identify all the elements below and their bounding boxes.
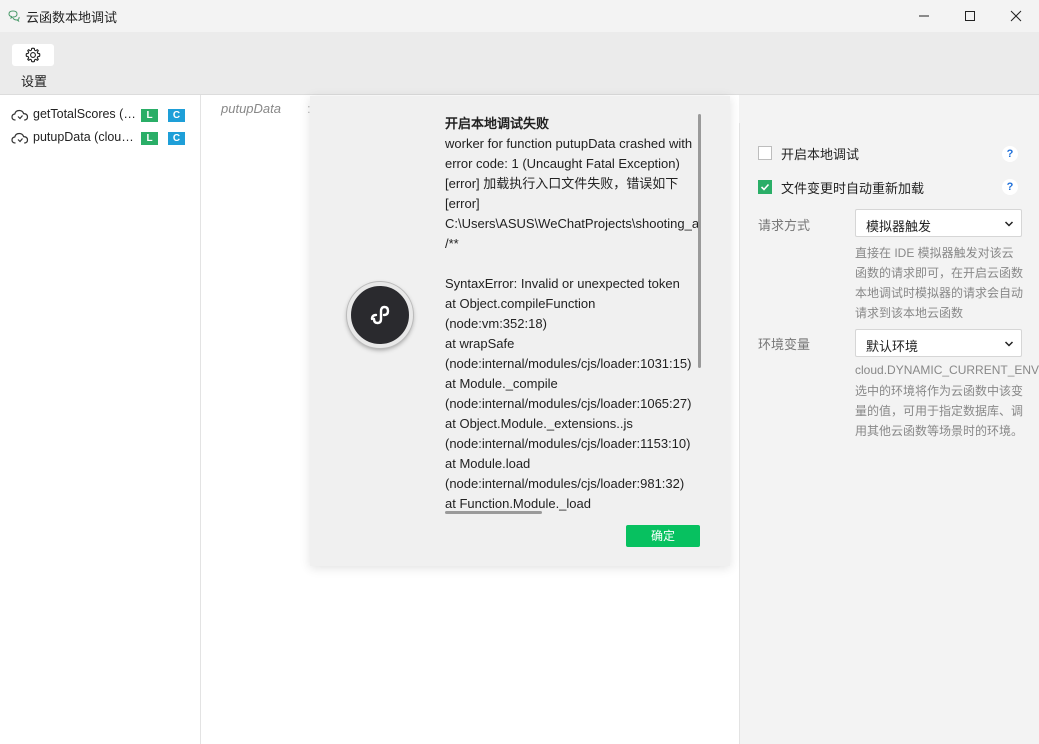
chevron-down-icon [1004,221,1014,227]
minimize-icon [919,15,929,17]
request-method-label: 请求方式 [758,218,811,233]
error-line: (node:vm:352:18) [445,316,547,331]
cloud-tag: C [168,109,185,122]
wechat-devtools-icon [8,10,20,22]
request-method-hint: 直接在 IDE 模拟器触发对该云函数的请求即可，在开启云函数本地调试时模拟器的请… [855,246,1024,320]
cloud-icon [11,109,29,121]
close-icon [1010,10,1022,22]
confirm-button[interactable]: 确定 [626,525,700,547]
auto-reload-label[interactable]: 文件变更时自动重新加载 [781,178,924,197]
error-line [445,254,699,274]
env-label: 环境变量 [758,337,811,352]
settings-panel: 开启本地调试 ? 文件变更时自动重新加载 ? 请求方式 模拟器触发 直接在 ID… [739,123,1039,744]
local-tag: L [141,132,158,145]
close-button[interactable] [993,0,1039,32]
help-icon[interactable]: ? [1002,179,1018,195]
dialog-title: 开启本地调试失败 [445,116,550,131]
function-item-putupdata[interactable]: putupData (clou… L C [0,127,201,149]
error-line: (node:internal/modules/cjs/loader:1065:2… [445,396,692,411]
tab-putupdata[interactable]: putupData [221,101,281,116]
error-line: [error] [445,196,480,211]
env-value: 默认环境 [866,339,919,354]
help-icon[interactable]: ? [1002,146,1018,162]
error-line: (node:internal/modules/cjs/loader:1153:1… [445,436,691,451]
env-hint-code: cloud.DYNAMIC_CURRENT_ENV [855,363,1039,377]
maximize-button[interactable] [947,0,993,32]
chevron-down-icon [1004,341,1014,347]
window-title: 云函数本地调试 [26,9,118,25]
enable-local-debug-checkbox[interactable] [758,146,772,160]
error-line: [error] 加载执行入口文件失败，错误如下 [445,176,679,191]
cloud-icon [11,132,29,144]
cloud-tag: C [168,132,185,145]
error-line: (node:internal/modules/cjs/loader:981:32… [445,476,685,491]
window-controls [901,0,1039,32]
vertical-scrollbar[interactable] [698,114,701,368]
error-message: 开启本地调试失败 worker for function putupData c… [445,114,699,512]
mini-program-icon [370,305,390,325]
function-name: putupData (clou… [33,130,134,144]
error-line: (node:internal/modules/cjs/loader:1031:1… [445,356,692,371]
error-line: at Module.load [445,456,531,471]
maximize-icon [965,11,975,21]
function-name: getTotalScores (… [33,107,136,121]
error-line: at Module._compile [445,376,558,391]
error-line: at Object.compileFunction [445,296,596,311]
error-line: at Object.Module._extensions..js [445,416,633,431]
local-tag: L [141,109,158,122]
error-line: at wrapSafe [445,336,515,351]
env-hint: 选中的环境将作为云函数中该变量的值，可用于指定数据库、调用其他云函数等场景时的环… [855,384,1024,438]
error-line: /** [445,236,459,251]
request-method-select[interactable]: 模拟器触发 [855,209,1022,237]
toolbar: 设置 [0,32,1039,95]
function-list: getTotalScores (… L C putupData (clou… L… [0,95,201,744]
horizontal-scrollbar[interactable] [445,511,542,514]
enable-local-debug-label[interactable]: 开启本地调试 [781,144,859,163]
checkmark-icon [760,183,770,191]
title-bar: 云函数本地调试 [0,0,1039,32]
error-lines: worker for function putupData crashed wi… [445,134,699,512]
mini-program-logo [347,282,413,348]
auto-reload-checkbox[interactable] [758,180,772,194]
settings-button[interactable] [12,44,54,66]
error-line: SyntaxError: Invalid or unexpected token [445,276,680,291]
env-select[interactable]: 默认环境 [855,329,1022,357]
gear-icon [25,47,41,63]
function-item-gettotalscores[interactable]: getTotalScores (… L C [0,104,201,126]
error-line: error code: 1 (Uncaught Fatal Exception) [445,156,680,171]
error-line: C:\Users\ASUS\WeChatProjects\shooting_a [445,216,699,231]
request-method-value: 模拟器触发 [866,219,932,234]
error-line: at Function.Module._load [445,496,591,511]
settings-label[interactable]: 设置 [21,71,47,90]
minimize-button[interactable] [901,0,947,32]
error-line: worker for function putupData crashed wi… [445,136,693,151]
